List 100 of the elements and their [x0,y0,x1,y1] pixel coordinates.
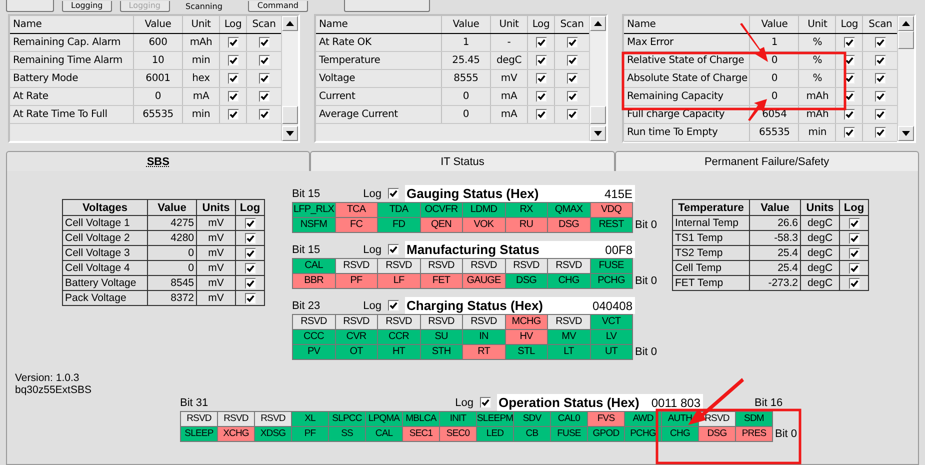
status-bit: XCHG [218,427,254,441]
column-header: Log [528,16,555,33]
column-header: Voltages [62,200,148,216]
status-bit: GAUGE [463,274,504,288]
column-header: Value [148,200,196,216]
status-bit: FUSE [551,427,587,441]
status-bit: RU [506,218,547,232]
table-cell: Current [316,88,442,105]
status-bit: DSG [506,274,547,288]
table-cell: 65535 [750,124,800,141]
table-cell: mAh [799,106,836,123]
status-bit: PRES [736,427,772,441]
column-header: Unit [491,16,528,33]
table-cell: TS2 Temp [672,246,750,260]
status-bit: TDA [378,203,420,217]
table-cell: - [491,34,528,51]
status-bit: RT [463,345,504,359]
bit-label: Bit 0 [635,346,658,358]
table-cell: Voltage [316,70,442,87]
table-cell: 10 [134,52,183,69]
table-cell: mA [491,88,528,105]
status-bit: FVS [588,412,624,426]
column-header: Units [800,200,840,216]
table-cell: 0 [750,70,800,87]
table-cell: At Rate [10,88,134,105]
toolbar-button[interactable]: Logging [62,0,112,12]
status-bit: RSVD [548,315,590,329]
table-cell: mV [196,246,236,260]
status-bit: PF [292,427,328,441]
status-bit: CCR [378,330,420,344]
column-header: Name [10,16,134,33]
bit-label: Bit 16 [754,396,783,408]
status-bit: UT [590,345,632,359]
column-header: Log [836,16,864,33]
toolbar-button[interactable]: Command [248,0,308,12]
status-value: 00F8 [605,242,632,256]
table-cell: Run time To Empty [624,124,750,141]
status-bit: RSVD [336,315,377,329]
status-bit: QMAX [548,203,590,217]
table-cell: min [183,106,220,123]
status-bit: XL [292,412,328,426]
table-cell: 4280 [148,230,196,246]
table-cell: mV [196,290,236,306]
status-title: Charging Status (Hex) [406,298,544,313]
status-bit: LDMD [463,203,504,217]
status-bit: MBLCA [403,412,439,426]
bit-label: Bit 31 [180,396,208,408]
status-bit: RSVD [420,315,462,329]
column-header: Scan [251,18,277,32]
status-bit: RSVD [506,259,547,273]
status-bit: QEN [420,218,462,232]
table-cell: degC [491,52,528,69]
status-bit: CCC [293,330,334,344]
status-bit: SS [329,427,365,441]
table-cell: Pack Voltage [62,290,148,306]
table-cell: degC [800,260,840,276]
log-label: Log [363,244,382,256]
table-cell: 0 [148,246,196,260]
status-bit: CHG [662,427,698,441]
status-bit: HT [378,345,420,359]
table-cell: Cell Voltage 2 [62,230,148,246]
table-cell: 8545 [148,276,196,290]
table-cell: 8372 [148,290,196,306]
table-cell: Relative State of Charge [624,52,750,69]
table-cell: min [183,52,220,69]
status-bit: GPOD [588,427,624,441]
table-cell: 1 [442,34,491,51]
status-bit: PF [336,274,377,288]
status-bit: DSG [699,427,735,441]
column-header: Log [236,200,264,216]
table-cell: At Rate OK [316,34,442,51]
table-cell: % [799,52,836,69]
table-cell: degC [800,246,840,260]
table-cell: degC [800,216,840,230]
status-bit: SEC0 [440,427,476,441]
bit-label: Bit 23 [292,300,320,312]
status-bit: SLPCC [329,412,365,426]
table-cell: Battery Mode [10,70,134,87]
tab[interactable]: SBS [6,151,310,171]
table-cell: mV [196,276,236,290]
table-cell: 8555 [442,70,491,87]
table-cell: Average Current [316,106,442,123]
status-bit: VCT [590,315,632,329]
table-cell: Cell Voltage 1 [62,216,148,230]
status-bit: FUSE [590,259,632,273]
log-label: Log [363,188,382,200]
table-cell: mA [183,88,220,105]
status-bit: HV [506,330,547,344]
column-header: Value [134,16,183,33]
tab[interactable]: IT Status [310,151,615,171]
table-cell: 65535 [134,106,183,123]
table-cell: 26.6 [750,216,800,230]
status-bit: SLEEP [181,427,217,441]
status-bit: REST [590,218,632,232]
status-bit: XDSG [255,427,291,441]
tab[interactable]: Permanent Failure/Safety [614,151,919,171]
status-bit: FC [336,218,377,232]
status-bit: BBR [293,274,334,288]
status-bit: LV [590,330,632,344]
column-header: Temperature [672,200,750,216]
